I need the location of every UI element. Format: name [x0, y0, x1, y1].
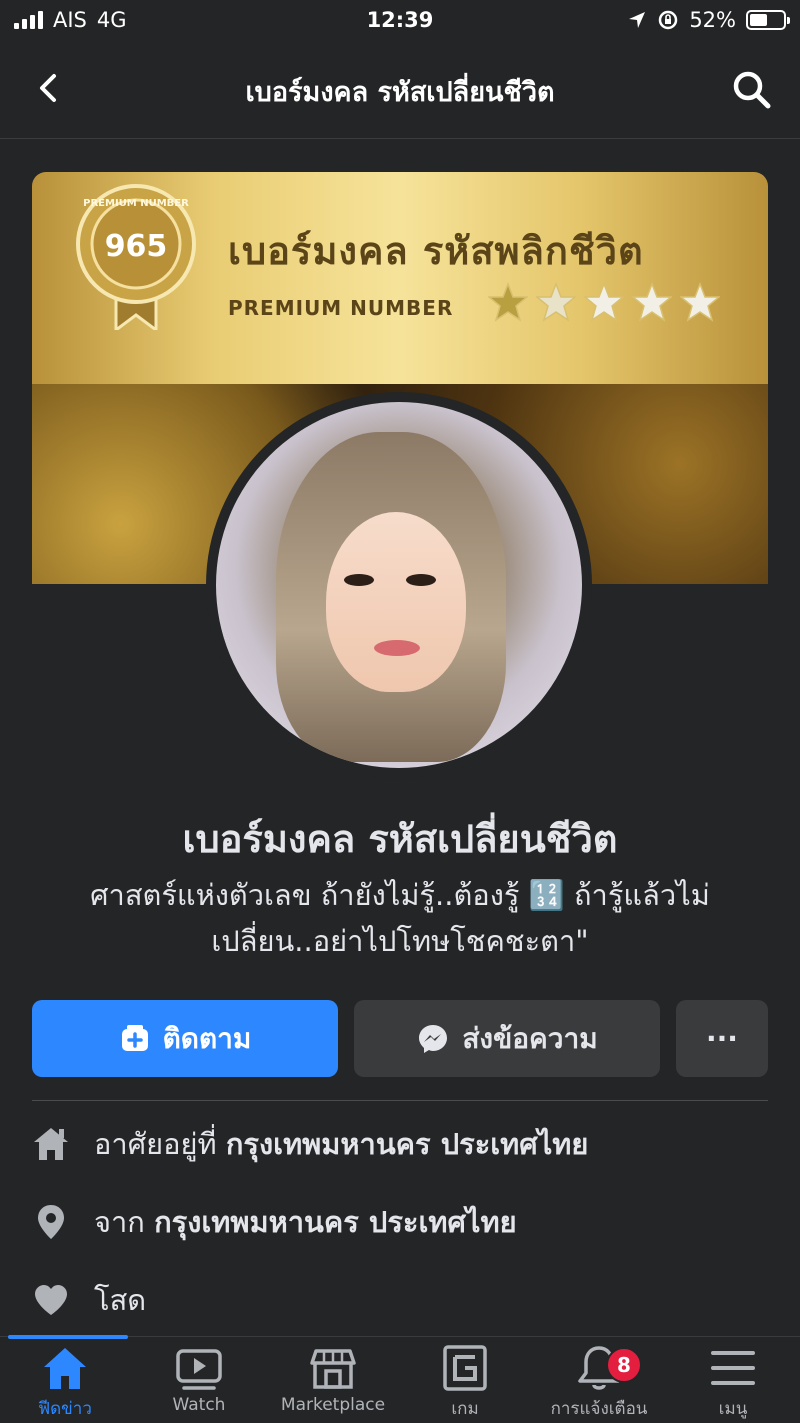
- profile-bio: ศาสตร์แห่งตัวเลข ถ้ายังไม่รู้..ต้องรู้ 🔢…: [60, 872, 740, 964]
- battery-icon: [746, 10, 790, 30]
- premium-badge-icon: PREMIUM NUMBER 965: [76, 184, 196, 330]
- follow-button[interactable]: ติดตาม: [32, 1000, 338, 1077]
- star-rating: [488, 282, 720, 322]
- detail-from: จาก กรุงเทพมหานคร ประเทศไทย: [32, 1192, 517, 1252]
- send-message-button[interactable]: ส่งข้อความ: [354, 1000, 660, 1077]
- profile-avatar[interactable]: [216, 402, 582, 768]
- cover-subline: PREMIUM NUMBER: [228, 296, 454, 320]
- back-chevron-icon[interactable]: [30, 68, 70, 108]
- status-right: 52%: [627, 8, 790, 32]
- page-title: เบอร์มงคล รหัสเปลี่ยนชีวิต: [245, 77, 555, 108]
- top-navigation-bar: เบอร์มงคล รหัสเปลี่ยนชีวิต: [0, 44, 800, 139]
- detail-lives-in: อาศัยอยู่ที่ กรุงเทพมหานคร ประเทศไทย: [32, 1114, 588, 1174]
- more-options-button[interactable]: ···: [676, 1000, 768, 1077]
- svg-text:965: 965: [105, 229, 168, 264]
- marketplace-icon: [310, 1349, 356, 1389]
- watch-icon: [176, 1349, 222, 1390]
- star-icon: [536, 282, 576, 322]
- tab-news-feed[interactable]: ฟีดข่าว: [0, 1343, 130, 1423]
- profile-name: เบอร์มงคล รหัสเปลี่ยนชีวิต: [182, 817, 618, 861]
- star-icon: [632, 282, 672, 322]
- detail-from-value: กรุงเทพมหานคร ประเทศไทย: [154, 1205, 517, 1239]
- detail-lives-in-value: กรุงเทพมหานคร ประเทศไทย: [225, 1127, 589, 1161]
- detail-relationship-value: โสด: [94, 1283, 147, 1317]
- bio-line-1: ศาสตร์แห่งตัวเลข ถ้ายังไม่รู้..ต้องรู้ 🔢…: [90, 878, 710, 912]
- follow-label: ติดตาม: [162, 1021, 252, 1055]
- tab-menu[interactable]: เมนู: [668, 1343, 798, 1423]
- tab-notifications[interactable]: 8 การแจ้งเตือน: [534, 1343, 664, 1423]
- star-icon: [584, 282, 624, 322]
- svg-text:PREMIUM NUMBER: PREMIUM NUMBER: [83, 198, 189, 209]
- rotation-lock-icon: [659, 10, 678, 30]
- tab-watch[interactable]: Watch: [134, 1343, 264, 1423]
- messenger-icon: [419, 1024, 448, 1053]
- bottom-tab-bar: ฟีดข่าว Watch Marketplace เกม 8 การแจ้งเ…: [0, 1335, 800, 1423]
- home-icon: [44, 1348, 86, 1389]
- search-icon[interactable]: [730, 68, 774, 112]
- cover-headline: เบอร์มงคล รหัสพลิกชีวิต: [228, 229, 644, 273]
- location-pin-icon: [38, 1205, 64, 1239]
- star-icon: [680, 282, 720, 322]
- tab-marketplace[interactable]: Marketplace: [268, 1343, 398, 1423]
- message-label: ส่งข้อความ: [462, 1021, 598, 1055]
- detail-relationship: โสด: [32, 1270, 146, 1330]
- gaming-icon: [443, 1345, 487, 1391]
- active-tab-indicator: [8, 1335, 128, 1339]
- follow-plus-icon: [121, 1024, 148, 1051]
- notification-count-badge: 8: [606, 1347, 642, 1383]
- heart-icon: [35, 1285, 67, 1315]
- more-dots-icon: ···: [706, 1022, 738, 1055]
- menu-icon: [711, 1351, 755, 1385]
- tab-gaming[interactable]: เกม: [400, 1343, 530, 1423]
- status-bar: AIS 4G 12:39 52%: [0, 0, 800, 44]
- location-arrow-icon: [629, 12, 646, 28]
- home-icon: [34, 1128, 68, 1160]
- star-icon: [488, 282, 528, 322]
- divider: [32, 1100, 768, 1101]
- bio-line-2: เปลี่ยน..อย่าไปโทษโชคชะตา": [211, 924, 589, 958]
- battery-percent: 52%: [689, 8, 736, 32]
